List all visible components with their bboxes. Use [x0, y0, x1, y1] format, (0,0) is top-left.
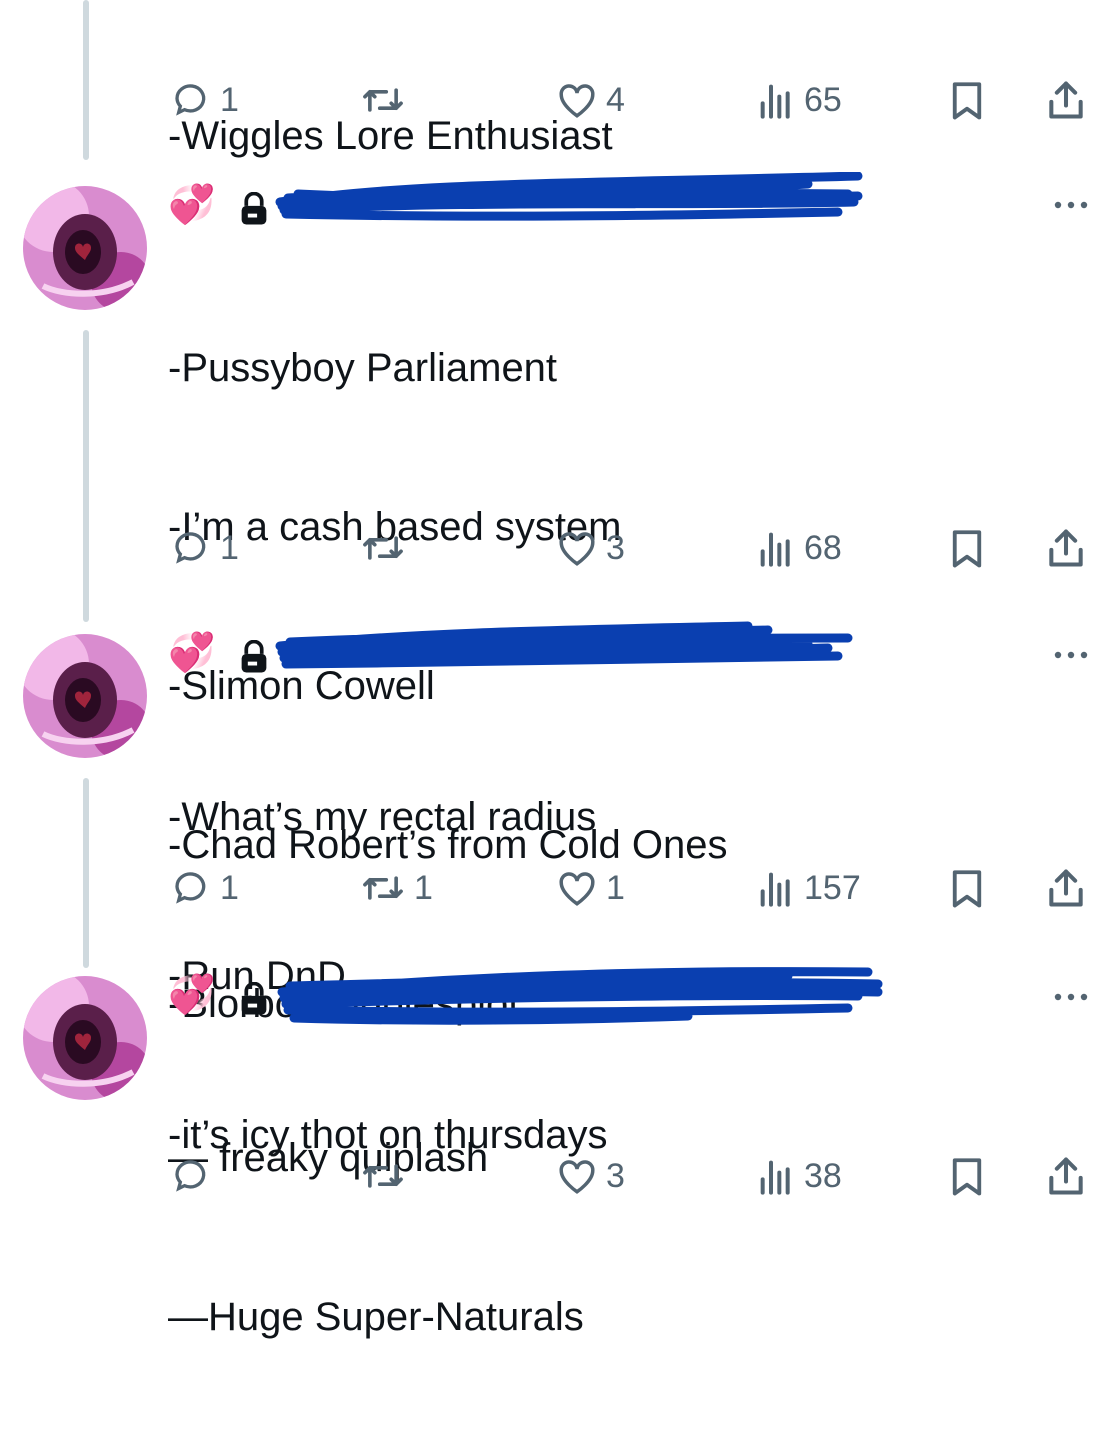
- share-icon: [1049, 529, 1083, 567]
- views-count: 157: [804, 868, 861, 907]
- like-button[interactable]: 4: [556, 76, 625, 124]
- like-button[interactable]: 3: [556, 524, 625, 572]
- share-icon: [1049, 81, 1083, 119]
- views-button[interactable]: 157: [756, 864, 861, 912]
- reply-count: 1: [220, 868, 239, 907]
- tweet-actions: 1 4 65: [0, 76, 1118, 124]
- bookmark-icon: [952, 870, 982, 908]
- reply-button[interactable]: [172, 1152, 220, 1200]
- like-count: 3: [606, 1156, 625, 1195]
- retweet-icon: [363, 1164, 403, 1188]
- tweet-header: 💞: [168, 967, 888, 1025]
- like-button[interactable]: 3: [556, 1152, 625, 1200]
- tweet-text: — freaky quiplash —Huge Super-Naturals: [168, 1026, 584, 1450]
- tweet-header: 💞: [168, 621, 888, 678]
- views-button[interactable]: 38: [756, 1152, 842, 1200]
- emoji-two-hearts: 💞: [168, 184, 216, 226]
- reply-icon: [175, 84, 206, 116]
- lock-icon: [241, 640, 267, 673]
- bookmark-icon: [952, 1158, 982, 1196]
- more-icon[interactable]: [1052, 198, 1090, 212]
- redaction-scribble: [275, 172, 863, 221]
- avatar[interactable]: [23, 976, 147, 1100]
- bookmark-icon: [952, 530, 982, 568]
- views-icon: [760, 872, 790, 907]
- retweet-icon: [363, 536, 403, 560]
- tweet-line: —Huge Super-Naturals: [168, 1295, 584, 1339]
- more-icon[interactable]: [1052, 990, 1090, 1004]
- like-count: 1: [606, 868, 625, 907]
- share-button[interactable]: [1044, 524, 1088, 572]
- share-button[interactable]: [1044, 1152, 1088, 1200]
- lock-icon: [241, 982, 267, 1015]
- emoji-two-hearts: 💞: [168, 974, 216, 1016]
- reply-icon: [175, 872, 206, 904]
- emoji-two-hearts: 💞: [168, 632, 216, 674]
- share-button[interactable]: [1044, 864, 1088, 912]
- retweet-button[interactable]: [360, 76, 414, 124]
- more-icon[interactable]: [1052, 648, 1090, 662]
- bookmark-button[interactable]: [946, 76, 988, 124]
- reply-count: 1: [220, 528, 239, 567]
- views-icon: [760, 532, 790, 567]
- avatar[interactable]: [23, 186, 147, 310]
- tweet-actions: 3 38: [0, 1152, 1118, 1200]
- like-count: 3: [606, 528, 625, 567]
- like-button[interactable]: 1: [556, 864, 625, 912]
- reply-button[interactable]: 1: [172, 864, 239, 912]
- views-count: 65: [804, 80, 842, 119]
- avatar[interactable]: [23, 634, 147, 758]
- reply-button[interactable]: 1: [172, 76, 239, 124]
- bookmark-icon: [952, 82, 982, 120]
- reply-icon: [175, 532, 206, 564]
- like-count: 4: [606, 80, 625, 119]
- retweet-button[interactable]: [360, 524, 414, 572]
- tweet-actions: 1 1 1 157: [0, 864, 1118, 912]
- bookmark-button[interactable]: [946, 864, 988, 912]
- views-icon: [760, 84, 790, 119]
- heart-icon: [559, 84, 595, 118]
- views-icon: [760, 1160, 790, 1195]
- bookmark-button[interactable]: [946, 524, 988, 572]
- heart-icon: [559, 872, 595, 906]
- retweet-icon: [363, 876, 403, 900]
- heart-icon: [559, 1160, 595, 1194]
- tweet-actions: 1 3 68: [0, 524, 1118, 572]
- views-button[interactable]: 65: [756, 76, 842, 124]
- retweet-button[interactable]: [360, 1152, 414, 1200]
- bookmark-button[interactable]: [946, 1152, 988, 1200]
- redaction-scribble: [275, 621, 853, 669]
- reply-button[interactable]: 1: [172, 524, 239, 572]
- share-button[interactable]: [1044, 76, 1088, 124]
- views-count: 68: [804, 528, 842, 567]
- tweet-header: 💞: [168, 172, 888, 230]
- views-button[interactable]: 68: [756, 524, 842, 572]
- tweet-line: -Pussyboy Parliament: [168, 346, 558, 390]
- retweet-count: 1: [414, 868, 433, 907]
- retweet-icon: [363, 88, 403, 112]
- lock-icon: [241, 192, 267, 225]
- thread-line: [83, 330, 89, 622]
- reply-count: 1: [220, 80, 239, 119]
- share-icon: [1049, 869, 1083, 907]
- tweet-line: -What’s my rectal radius: [168, 795, 597, 839]
- share-icon: [1049, 1157, 1083, 1195]
- retweet-button[interactable]: 1: [360, 864, 433, 912]
- redaction-scribble: [277, 967, 883, 1025]
- reply-icon: [175, 1160, 206, 1192]
- views-count: 38: [804, 1156, 842, 1195]
- heart-icon: [559, 532, 595, 566]
